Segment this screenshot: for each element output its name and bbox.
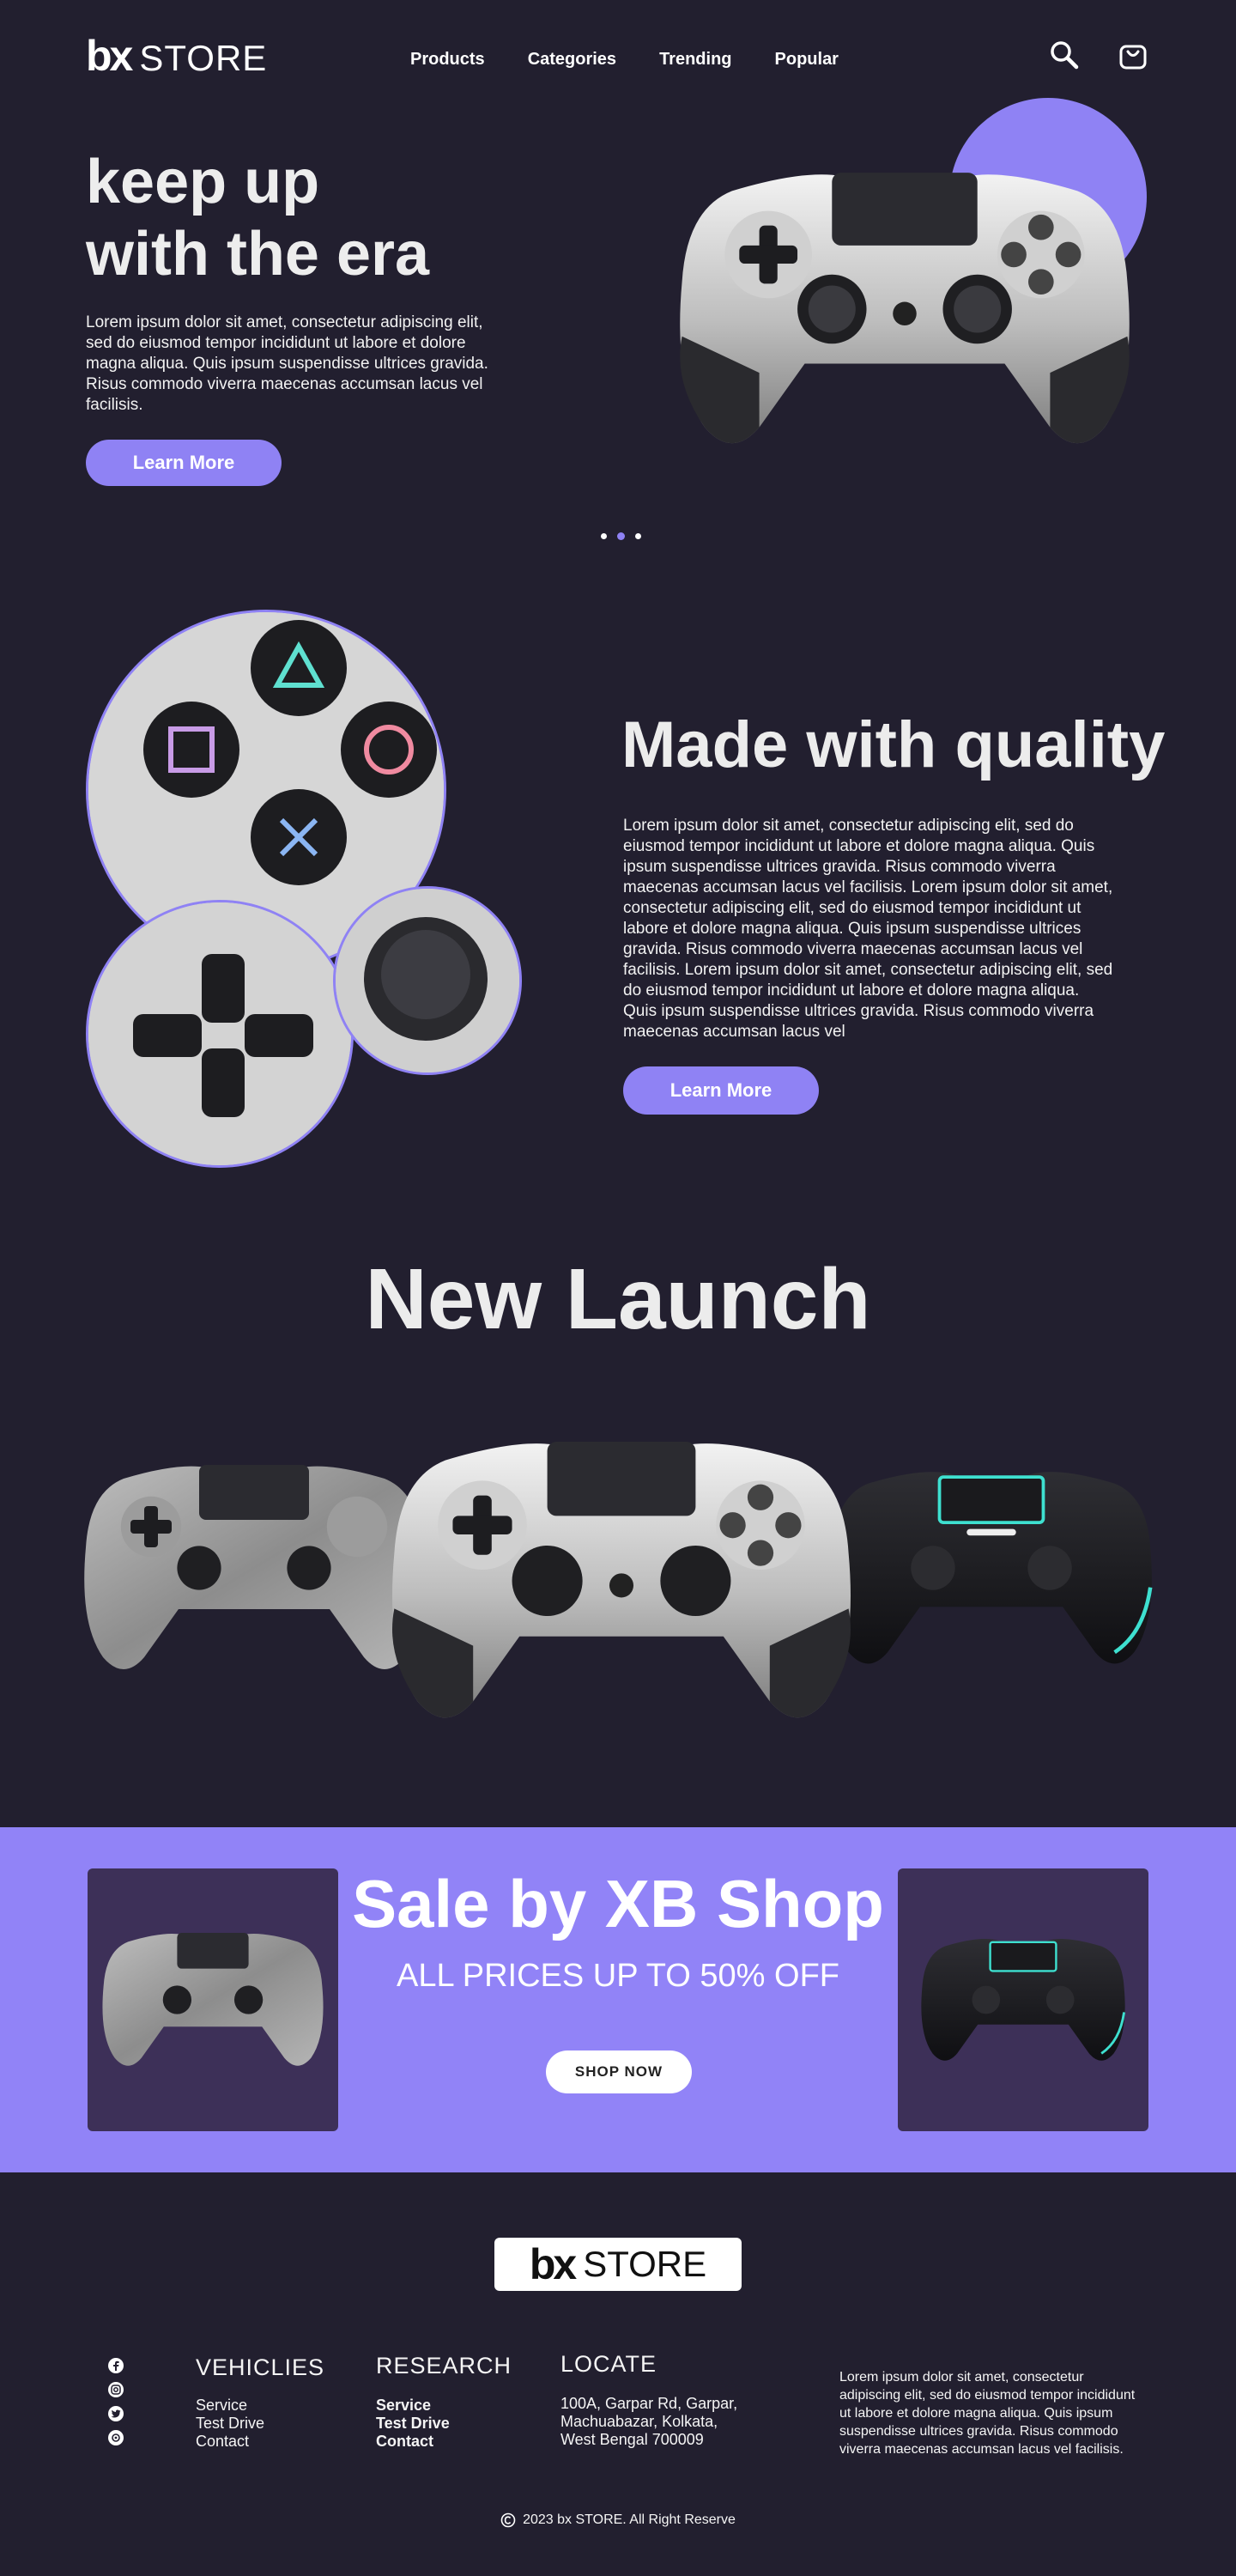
- footer-link-service[interactable]: Service: [196, 2397, 324, 2415]
- social-links: [108, 2358, 124, 2445]
- sale-card-right[interactable]: [898, 1868, 1148, 2131]
- brand-logo[interactable]: bx STORE: [86, 31, 267, 81]
- hero-description: Lorem ipsum dolor sit amet, consectetur …: [86, 313, 488, 414]
- footer-about-text: Lorem ipsum dolor sit amet, consectetur …: [839, 2370, 1136, 2457]
- pinterest-icon[interactable]: [108, 2430, 124, 2445]
- footer-col-vehicles-links: Service Test Drive Contact: [196, 2397, 324, 2451]
- quality-title: Made with quality: [621, 708, 1166, 781]
- copyright-icon: [500, 2512, 516, 2528]
- new-launch-title: New Launch: [365, 1251, 871, 1347]
- nav-products[interactable]: Products: [410, 50, 485, 70]
- nav-popular[interactable]: Popular: [775, 50, 839, 70]
- cart-icon: [1119, 45, 1147, 70]
- facebook-icon[interactable]: [108, 2358, 124, 2373]
- shop-now-button[interactable]: SHOP NOW: [546, 2050, 692, 2093]
- footer-col-research: RESEARCH Service Test Drive Contact: [376, 2353, 512, 2451]
- carousel-dot-2-active[interactable]: [617, 532, 625, 540]
- quality-description: Lorem ipsum dolor sit amet, consectetur …: [623, 817, 1113, 1041]
- footer-link-research-contact[interactable]: Contact: [376, 2433, 512, 2451]
- quality-joystick-closeup: [333, 886, 522, 1075]
- address-line-1: 100A, Garpar Rd, Garpar,: [560, 2395, 738, 2412]
- footer-link-research-service[interactable]: Service: [376, 2397, 512, 2415]
- silver-controller-image[interactable]: [390, 1422, 853, 1740]
- sale-black-controller-image: [921, 1938, 1126, 2061]
- footer-logo[interactable]: bx STORE: [494, 2238, 742, 2291]
- hero-carousel-dots: [601, 532, 641, 540]
- instagram-icon[interactable]: [108, 2382, 124, 2397]
- hero-title: keep up with the era: [86, 146, 601, 290]
- sale-camo-controller-image: [102, 1933, 324, 2066]
- nav-trending[interactable]: Trending: [659, 50, 731, 70]
- footer-logo-text: STORE: [583, 2244, 707, 2284]
- search-icon: [1051, 41, 1079, 70]
- address-line-2: Machuabazar, Kolkata,: [560, 2413, 718, 2430]
- footer-col-research-links: Service Test Drive Contact: [376, 2397, 512, 2451]
- hero-controller-image: [680, 173, 1130, 444]
- footer-col-research-title: RESEARCH: [376, 2353, 512, 2379]
- footer-col-locate: LOCATE 100A, Garpar Rd, Garpar, Machuaba…: [560, 2351, 737, 2449]
- camo-controller-image[interactable]: [82, 1451, 426, 1685]
- copyright-bar: 2023 bx STORE. All Right Reserve: [0, 2512, 1236, 2528]
- hero-title-line2: with the era: [86, 220, 430, 289]
- twitter-icon[interactable]: [108, 2406, 124, 2421]
- quality-dpad-closeup: [86, 900, 354, 1168]
- footer-col-locate-title: LOCATE: [560, 2351, 657, 2377]
- hero-learn-more-button[interactable]: Learn More: [86, 440, 282, 486]
- footer-link-research-test-drive[interactable]: Test Drive: [376, 2415, 512, 2433]
- logo-bold-text: bx: [86, 32, 133, 80]
- main-nav: Products Categories Trending Popular: [410, 50, 839, 70]
- footer-logo-bold: bx: [529, 2240, 577, 2288]
- copyright-text: 2023 bx STORE. All Right Reserve: [523, 2512, 736, 2527]
- footer-link-contact[interactable]: Contact: [196, 2433, 324, 2451]
- footer-col-vehicles: VEHICLIES Service Test Drive Contact: [196, 2354, 324, 2451]
- footer-col-vehicles-title: VEHICLIES: [196, 2354, 325, 2380]
- carousel-dot-3[interactable]: [635, 533, 641, 539]
- cart-button[interactable]: [1114, 36, 1152, 74]
- quality-learn-more-button[interactable]: Learn More: [623, 1066, 819, 1115]
- footer-link-test-drive[interactable]: Test Drive: [196, 2415, 324, 2433]
- search-button[interactable]: [1045, 36, 1083, 74]
- carousel-dot-1[interactable]: [601, 533, 607, 539]
- footer-address: 100A, Garpar Rd, Garpar, Machuabazar, Ko…: [560, 2395, 737, 2449]
- black-controller-image[interactable]: [829, 1451, 1154, 1685]
- logo-text: STORE: [139, 38, 268, 78]
- nav-categories[interactable]: Categories: [528, 50, 616, 70]
- address-line-3: West Bengal 700009: [560, 2431, 704, 2448]
- sale-banner: Sale by XB Shop ALL PRICES UP TO 50% OFF…: [0, 1827, 1236, 2172]
- hero-title-line1: keep up: [86, 148, 320, 216]
